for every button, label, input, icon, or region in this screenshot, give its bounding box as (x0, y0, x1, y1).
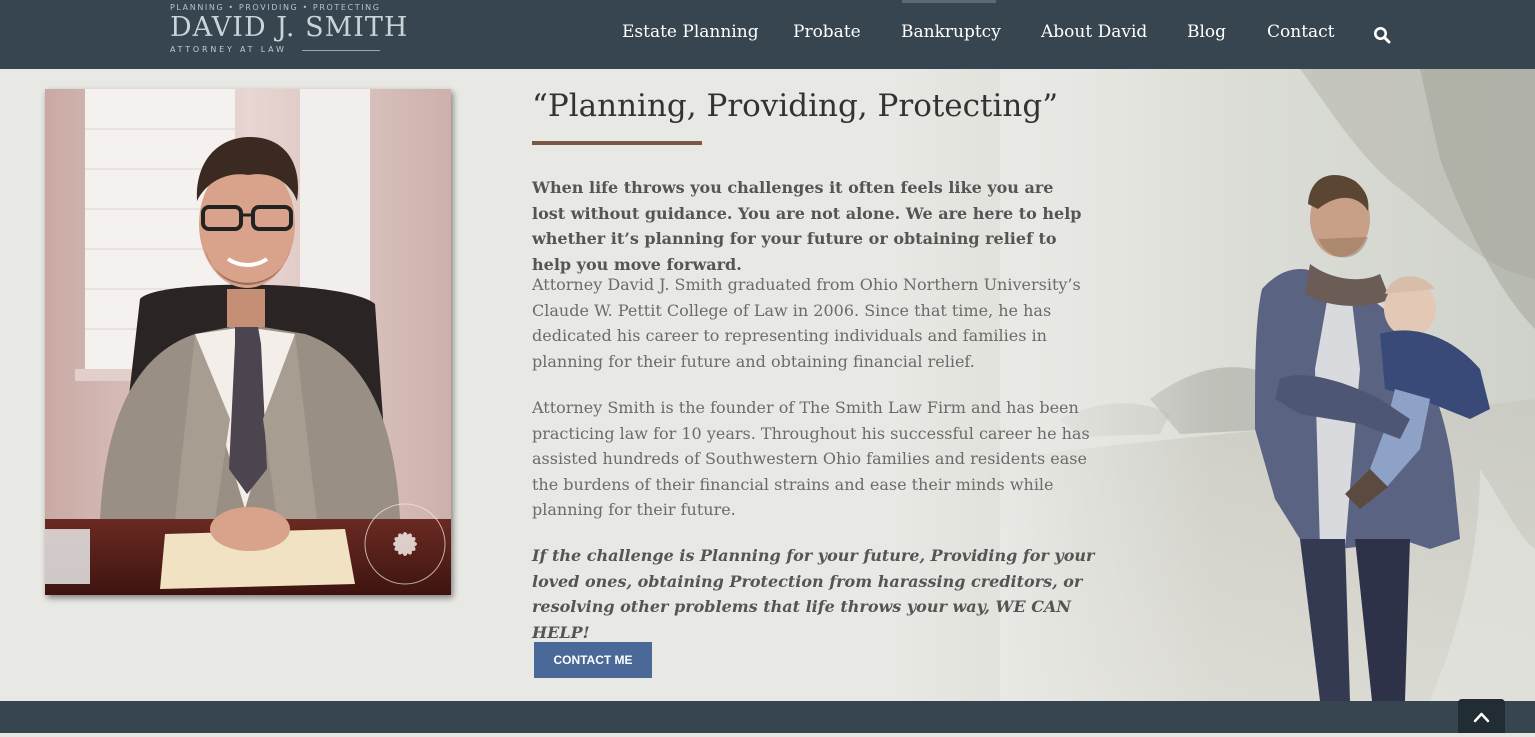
site-footer (0, 701, 1535, 733)
bio-paragraph-2: Attorney Smith is the founder of The Smi… (532, 398, 1090, 519)
hero-section: “Planning, Providing, Protecting” When l… (0, 69, 1535, 701)
nav-item-blog[interactable]: Blog (1187, 22, 1226, 42)
chevron-up-icon (1473, 712, 1490, 723)
page-heading: “Planning, Providing, Protecting” (532, 88, 1059, 124)
site-logo[interactable]: PLANNING • PROVIDING • PROTECTING DAVID … (170, 3, 407, 59)
nav-item-estate-planning[interactable]: Estate Planning (622, 22, 759, 42)
logo-subtitle: ATTORNEY AT LAW (170, 45, 287, 54)
logo-divider (302, 50, 380, 51)
site-header: PLANNING • PROVIDING • PROTECTING DAVID … (0, 0, 1535, 69)
nav-item-contact[interactable]: Contact (1267, 22, 1335, 42)
nav-item-bankruptcy[interactable]: Bankruptcy (901, 22, 1001, 42)
search-icon[interactable] (1373, 26, 1391, 44)
attorney-portrait-image (45, 89, 451, 595)
heading-underline (532, 141, 702, 145)
closing-paragraph: If the challenge is Planning for your fu… (532, 546, 1095, 642)
nav-active-indicator (902, 0, 996, 3)
contact-me-button[interactable]: CONTACT ME (534, 642, 652, 678)
logo-name: DAVID J. SMITH (170, 12, 409, 43)
intro-paragraph: When life throws you challenges it often… (532, 178, 1082, 274)
attorney-portrait (45, 89, 451, 595)
scroll-to-top-button[interactable] (1458, 699, 1505, 733)
bio-paragraph-1: Attorney David J. Smith graduated from O… (532, 275, 1081, 371)
logo-tagline: PLANNING • PROVIDING • PROTECTING (170, 3, 381, 12)
nav-item-about-david[interactable]: About David (1041, 22, 1147, 42)
nav-item-probate[interactable]: Probate (793, 22, 861, 42)
